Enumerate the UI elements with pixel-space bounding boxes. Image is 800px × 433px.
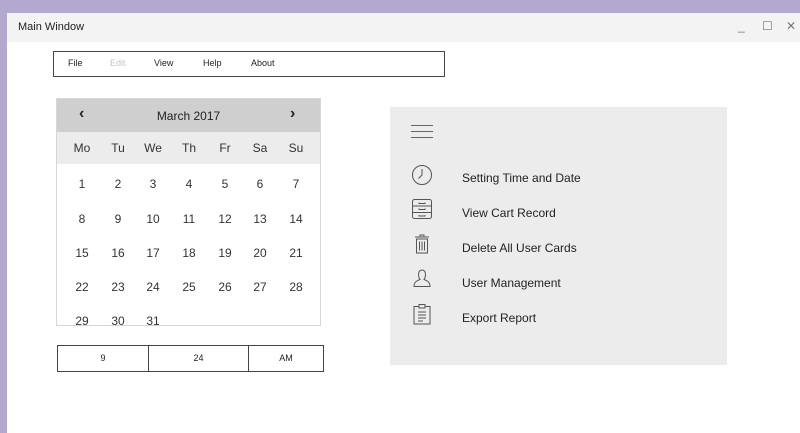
menu-export-report[interactable]: Export Report [462,311,536,325]
calendar-day[interactable]: 17 [138,246,168,260]
calendar-day[interactable]: 6 [245,177,275,191]
menu-file[interactable]: File [68,58,83,68]
next-month-button[interactable]: › [290,105,295,123]
calendar-day[interactable]: 28 [281,280,311,294]
calendar-day[interactable]: 27 [245,280,275,294]
menu-view[interactable]: View [154,58,173,68]
menu-delete-all-user-cards[interactable]: Delete All User Cards [462,241,577,255]
calendar-day[interactable]: 5 [210,177,240,191]
main-window: Main Window _ ☐ ✕ File Edit View Help Ab… [7,13,800,433]
minimize-button[interactable]: _ [738,18,745,34]
calendar-day[interactable]: 3 [138,177,168,191]
title-bar: Main Window _ ☐ ✕ [7,13,800,42]
calendar-day[interactable]: 1 [67,177,97,191]
calendar-day[interactable]: 8 [67,212,97,226]
calendar-day[interactable]: 14 [281,212,311,226]
trash-icon [415,234,429,254]
calendar-day[interactable]: 9 [103,212,133,226]
hamburger-menu-icon[interactable] [411,125,433,139]
weekday-label: We [144,141,162,155]
calendar-day[interactable]: 25 [174,280,204,294]
calendar-day[interactable]: 4 [174,177,204,191]
calendar-weekday-row: Mo Tu We Th Fr Sa Su [57,132,320,164]
calendar-day[interactable]: 26 [210,280,240,294]
calendar-day[interactable]: 15 [67,246,97,260]
weekday-label: Fr [219,141,231,155]
calendar-day[interactable]: 29 [67,314,97,325]
close-button[interactable]: ✕ [786,18,796,34]
weekday-label: Mo [73,141,91,155]
clock-icon [412,165,432,185]
hour-field[interactable]: 9 [58,346,148,371]
function-panel: Setting Time and Date View Cart Record D… [390,107,727,365]
menu-user-management[interactable]: User Management [462,276,561,290]
window-title: Main Window [18,21,85,33]
weekday-label: Su [288,141,304,155]
calendar-day[interactable]: 24 [138,280,168,294]
calendar-day[interactable]: 18 [174,246,204,260]
calendar-day[interactable]: 31 [138,314,168,325]
calendar-day[interactable]: 21 [281,246,311,260]
weekday-label: Tu [111,141,125,155]
calendar-day[interactable]: 22 [67,280,97,294]
calendar-day[interactable]: 13 [245,212,275,226]
calendar-day[interactable]: 7 [281,177,311,191]
calendar-day[interactable]: 12 [210,212,240,226]
calendar-header: ‹ March 2017 › [57,99,320,132]
time-picker: 9 24 AM [57,345,324,372]
calendar-day[interactable]: 23 [103,280,133,294]
calendar-day[interactable]: 30 [103,314,133,325]
ampm-field[interactable]: AM [249,346,323,371]
menu-help[interactable]: Help [203,58,222,68]
calendar-day[interactable]: 2 [103,177,133,191]
menu-about[interactable]: About [251,58,275,68]
weekday-label: Sa [252,141,268,155]
menu-edit: Edit [110,58,126,68]
user-icon [413,269,431,287]
calendar-day[interactable]: 20 [245,246,275,260]
weekday-label: Th [181,141,196,155]
calendar-day[interactable]: 10 [138,212,168,226]
minute-field[interactable]: 24 [149,346,248,371]
calendar-day[interactable]: 16 [103,246,133,260]
cabinet-icon [412,199,432,219]
menu-bar: File Edit View Help About [53,51,445,77]
calendar-day[interactable]: 19 [210,246,240,260]
menu-setting-time-date[interactable]: Setting Time and Date [462,171,581,185]
calendar-month-label: March 2017 [156,109,221,123]
menu-view-cart-record[interactable]: View Cart Record [462,206,556,220]
calendar: ‹ March 2017 › Mo Tu We Th Fr Sa Su 1234567891… [56,98,321,326]
maximize-button[interactable]: ☐ [762,18,773,34]
calendar-day[interactable]: 11 [174,212,204,226]
clipboard-icon [413,304,431,325]
